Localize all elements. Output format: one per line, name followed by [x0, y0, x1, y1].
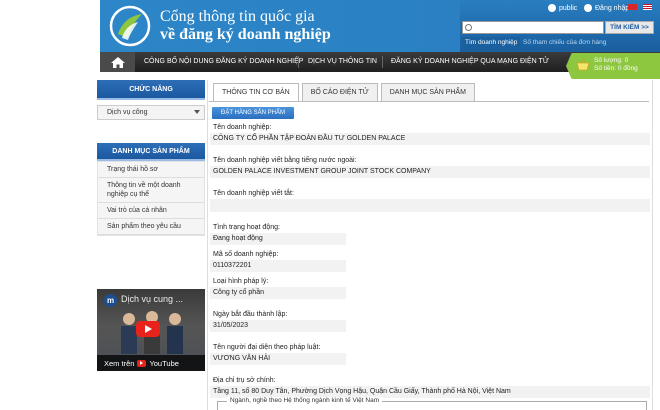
basket-summary: Số lượng: 0 Số tiền: 0 đồng: [594, 57, 638, 73]
search-radio[interactable]: [465, 24, 472, 31]
short-name-value: [210, 199, 650, 212]
youtube-logo-icon: [137, 359, 147, 367]
catalog-item-individual-role[interactable]: Vai trò của cá nhân: [98, 203, 204, 219]
home-button[interactable]: [100, 52, 135, 72]
youtube-label: YouTube: [149, 358, 179, 368]
catalog-item-file-status[interactable]: Trạng thái hồ sơ: [98, 162, 204, 178]
tabs-baseline: [209, 101, 649, 102]
site-logo-icon[interactable]: [108, 4, 152, 48]
tab-electronic-notice[interactable]: BỐ CÁO ĐIỆN TỬ: [301, 83, 378, 101]
english-flag-icon[interactable]: [643, 4, 652, 10]
company-name-value: CÔNG TY CỔ PHẦN TẬP ĐOÀN ĐẦU TƯ GOLDEN P…: [210, 133, 650, 145]
catalog-item-company-info[interactable]: Thông tin về một doanh nghiệp cụ thể: [98, 178, 204, 203]
chevron-down-icon: [194, 110, 200, 114]
channel-avatar: m: [104, 294, 117, 307]
company-code-label: Mã số doanh nghiệp:: [213, 251, 279, 258]
legal-representative-value: VƯƠNG VĂN HẢI: [210, 353, 346, 365]
watch-on-youtube-bar[interactable]: Xem trên YouTube: [97, 355, 205, 371]
public-service-select[interactable]: Dịch vụ công: [97, 105, 205, 120]
company-name-label: Tên doanh nghiệp:: [213, 124, 272, 131]
vietnamese-flag-icon[interactable]: [628, 4, 637, 10]
home-icon: [110, 56, 125, 68]
order-product-button[interactable]: ĐẶT HÀNG SẢN PHẨM: [212, 107, 294, 119]
nav-divider: [298, 56, 299, 68]
functions-title: CHỨC NĂNG: [97, 80, 205, 100]
login-label: Đăng nhập: [595, 4, 630, 12]
search-tab-company[interactable]: Tìm doanh nghiệp: [462, 37, 521, 48]
content-tabs: THÔNG TIN CƠ BẢN BỐ CÁO ĐIỆN TỬ DANH MỤC…: [213, 83, 475, 101]
catalog-title: DANH MỤC SẢN PHẨM: [97, 143, 205, 161]
basket-amount: Số tiền: 0 đồng: [594, 65, 638, 72]
status-value: Đang hoạt động: [210, 233, 346, 245]
site-title-line2: về đăng ký doanh nghiệp: [160, 26, 331, 43]
key-icon: [584, 4, 592, 12]
user-icon: [548, 4, 556, 12]
login-link[interactable]: Đăng nhập: [584, 3, 629, 13]
public-label: public: [559, 4, 578, 12]
nav-item-online-registration[interactable]: ĐĂNG KÝ DOANH NGHIỆP QUA MẠNG ĐIỆN TỬ: [391, 52, 549, 72]
company-details: Tên doanh nghiệp: CÔNG TY CỔ PHẦN TẬP ĐO…: [210, 122, 650, 402]
tab-product-catalog[interactable]: DANH MỤC SẢN PHẨM: [380, 83, 475, 101]
short-name-label: Tên doanh nghiệp viết tắt:: [213, 190, 294, 197]
foreign-name-label: Tên doanh nghiệp viết bằng tiếng nước ng…: [213, 157, 357, 164]
nav-item-publish[interactable]: CÔNG BỐ NỘI DUNG ĐĂNG KÝ DOANH NGHIỆP: [144, 52, 303, 72]
start-date-label: Ngày bắt đầu thành lập:: [213, 311, 288, 318]
header-left-margin: [0, 0, 100, 52]
search-button[interactable]: TÌM KIẾM >>: [605, 21, 654, 34]
sidebar: CHỨC NĂNG Dịch vụ công DANH MỤC SẢN PHẨM…: [97, 80, 205, 236]
watch-on-label: Xem trên: [104, 358, 135, 368]
public-service-select-value: Dịch vụ công: [107, 109, 148, 116]
public-link[interactable]: public: [548, 3, 577, 13]
nav-divider: [382, 56, 383, 68]
video-title: Dịch vụ cung ...: [121, 294, 184, 304]
foreign-name-value: GOLDEN PALACE INVESTMENT GROUP JOINT STO…: [210, 166, 650, 178]
nav-item-info-services[interactable]: DỊCH VỤ THÔNG TIN: [308, 52, 377, 72]
basket-quantity: Số lượng: 0: [594, 57, 629, 64]
shopping-basket-icon: [576, 59, 590, 71]
site-title-line1: Cổng thông tin quốc gia: [160, 8, 315, 25]
catalog-item-on-demand[interactable]: Sản phẩm theo yêu cầu: [98, 219, 204, 235]
legal-type-value: Công ty cổ phần: [210, 287, 346, 299]
legal-type-label: Loại hình pháp lý:: [213, 278, 269, 285]
youtube-video-embed[interactable]: m Dịch vụ cung ... Xem trên YouTube: [97, 289, 205, 371]
search-input[interactable]: [462, 21, 604, 34]
catalog-list: Trạng thái hồ sơ Thông tin về một doanh …: [97, 161, 205, 236]
industry-section-legend: Ngành, nghề theo Hệ thống ngành kinh tế …: [227, 397, 383, 404]
legal-representative-label: Tên người đại diện theo pháp luật:: [213, 344, 321, 351]
head-office-address-label: Địa chỉ trụ sở chính:: [213, 377, 276, 384]
search-tab-order-reference[interactable]: Số tham chiếu của đơn hàng: [520, 37, 609, 48]
play-icon[interactable]: [136, 321, 160, 337]
start-date-value: 31/05/2023: [210, 320, 346, 332]
tab-basic-info[interactable]: THÔNG TIN CƠ BẢN: [213, 83, 299, 101]
status-label: Tình trạng hoạt động:: [213, 224, 280, 231]
company-code-value: 0110372201: [210, 260, 346, 272]
